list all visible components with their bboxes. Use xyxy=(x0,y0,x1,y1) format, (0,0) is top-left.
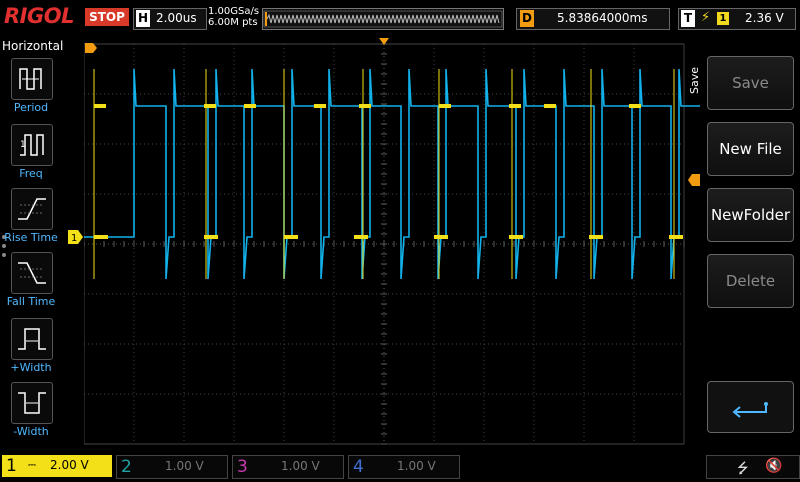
menu-tab-save[interactable]: Save xyxy=(688,56,704,104)
trigger-position-icon xyxy=(379,38,389,45)
save-button[interactable]: Save xyxy=(707,56,794,110)
memory-position-marker xyxy=(265,12,267,26)
measure-period[interactable]: Period xyxy=(0,58,62,122)
negative-width-icon xyxy=(11,382,53,424)
channel-3-scale: 1.00 V xyxy=(281,459,320,473)
ch1-reference-marker: 1 xyxy=(68,230,83,244)
trigger-source: 1 xyxy=(717,12,729,25)
channel-3-status[interactable]: 3 1.00 V xyxy=(232,455,344,479)
svg-text:1: 1 xyxy=(20,140,26,150)
yellow-trace-segment xyxy=(439,104,451,108)
channel-4-scale: 1.00 V xyxy=(397,459,436,473)
memory-depth: 6.00M pts xyxy=(208,17,258,28)
yellow-trace-segment xyxy=(284,235,298,239)
channel-2-status[interactable]: 2 1.00 V xyxy=(116,455,228,479)
usb-icon: ⭍ xyxy=(737,461,749,477)
trigger-level: 2.36 V xyxy=(745,11,784,25)
system-status: ⭍ 🔇 xyxy=(706,455,800,479)
delay-value: 5.83864000ms xyxy=(557,11,648,25)
yellow-trace-segment xyxy=(94,104,106,108)
measure-label: -Width xyxy=(13,425,49,438)
measure-negative-width[interactable]: -Width xyxy=(0,382,62,446)
horizontal-measure-panel: Horizontal Period 1 Freq Rise Time Fall … xyxy=(0,38,64,450)
fall-time-icon xyxy=(11,252,53,294)
memory-overview xyxy=(262,8,504,30)
panel-title: Horizontal xyxy=(2,39,64,53)
yellow-trace-segment xyxy=(544,104,556,108)
measure-positive-width[interactable]: +Width xyxy=(0,318,62,382)
channel-bar: 1 ⎓ 2.00 V 2 1.00 V 3 1.00 V 4 1.00 V ⭍ … xyxy=(0,453,800,480)
yellow-trace-segment xyxy=(244,104,256,108)
delete-button[interactable]: Delete xyxy=(707,254,794,308)
horizontal-label: H xyxy=(136,10,150,27)
channel-4-status[interactable]: 4 1.00 V xyxy=(348,455,460,479)
measure-freq[interactable]: 1 Freq xyxy=(0,124,62,188)
speaker-muted-icon: 🔇 xyxy=(765,458,783,474)
trigger-label: T xyxy=(681,10,695,27)
measure-label: Freq xyxy=(19,167,43,180)
rise-time-icon xyxy=(11,188,53,230)
return-arrow-icon xyxy=(732,402,768,418)
measure-label: Period xyxy=(13,101,49,114)
measure-fall-time[interactable]: Fall Time xyxy=(0,252,62,316)
positive-width-icon xyxy=(11,318,53,360)
memory-overview-waveform xyxy=(263,10,503,28)
measure-label: +Width xyxy=(10,361,52,374)
measure-label: Fall Time xyxy=(6,295,56,308)
yellow-trace-segment xyxy=(94,235,108,239)
channel-1-scale: 2.00 V xyxy=(50,458,89,472)
yellow-trace-segment xyxy=(509,235,523,239)
freq-icon: 1 xyxy=(11,124,53,166)
channel-1-status[interactable]: 1 ⎓ 2.00 V xyxy=(2,455,112,477)
yellow-trace-segment xyxy=(669,235,683,239)
waveform-display[interactable] xyxy=(84,39,700,451)
channel-2-scale: 1.00 V xyxy=(165,459,204,473)
trigger-level-marker xyxy=(688,174,700,186)
sample-rate: 1.00GSa/s xyxy=(208,6,260,17)
ch2-left-marker xyxy=(85,43,97,53)
top-status-bar: RIGOL STOP H 2.00us 1.00GSa/s 6.00M pts … xyxy=(0,0,800,36)
yellow-trace-segment xyxy=(314,104,326,108)
trigger-edge-icon: ⚡ xyxy=(701,10,711,25)
blue-trace xyxy=(84,68,700,280)
trigger-readout[interactable]: T ⚡ 1 2.36 V xyxy=(678,8,796,30)
svg-text:1: 1 xyxy=(71,233,77,244)
brand-logo: RIGOL xyxy=(4,4,74,28)
period-icon xyxy=(11,58,53,100)
run-stop-status[interactable]: STOP xyxy=(85,8,129,26)
new-folder-button[interactable]: NewFolder xyxy=(707,188,794,242)
horizontal-value: 2.00us xyxy=(156,11,197,25)
acquisition-info: 1.00GSa/s 6.00M pts xyxy=(208,6,259,28)
measure-rise-time[interactable]: Rise Time xyxy=(0,188,62,252)
yellow-trace-segment xyxy=(509,104,521,108)
yellow-trace-segment xyxy=(359,104,371,108)
yellow-trace-segment xyxy=(434,235,448,239)
yellow-trace-segment xyxy=(354,235,368,239)
yellow-trace-segment xyxy=(629,104,641,108)
back-button[interactable] xyxy=(707,381,794,433)
measure-label: Rise Time xyxy=(4,231,58,244)
new-file-button[interactable]: New File xyxy=(707,122,794,176)
horizontal-scale[interactable]: H 2.00us xyxy=(133,8,207,30)
dc-coupling-icon: ⎓ xyxy=(28,460,36,471)
delay-readout[interactable]: D 5.83864000ms xyxy=(516,8,670,30)
delay-label: D xyxy=(520,10,534,27)
